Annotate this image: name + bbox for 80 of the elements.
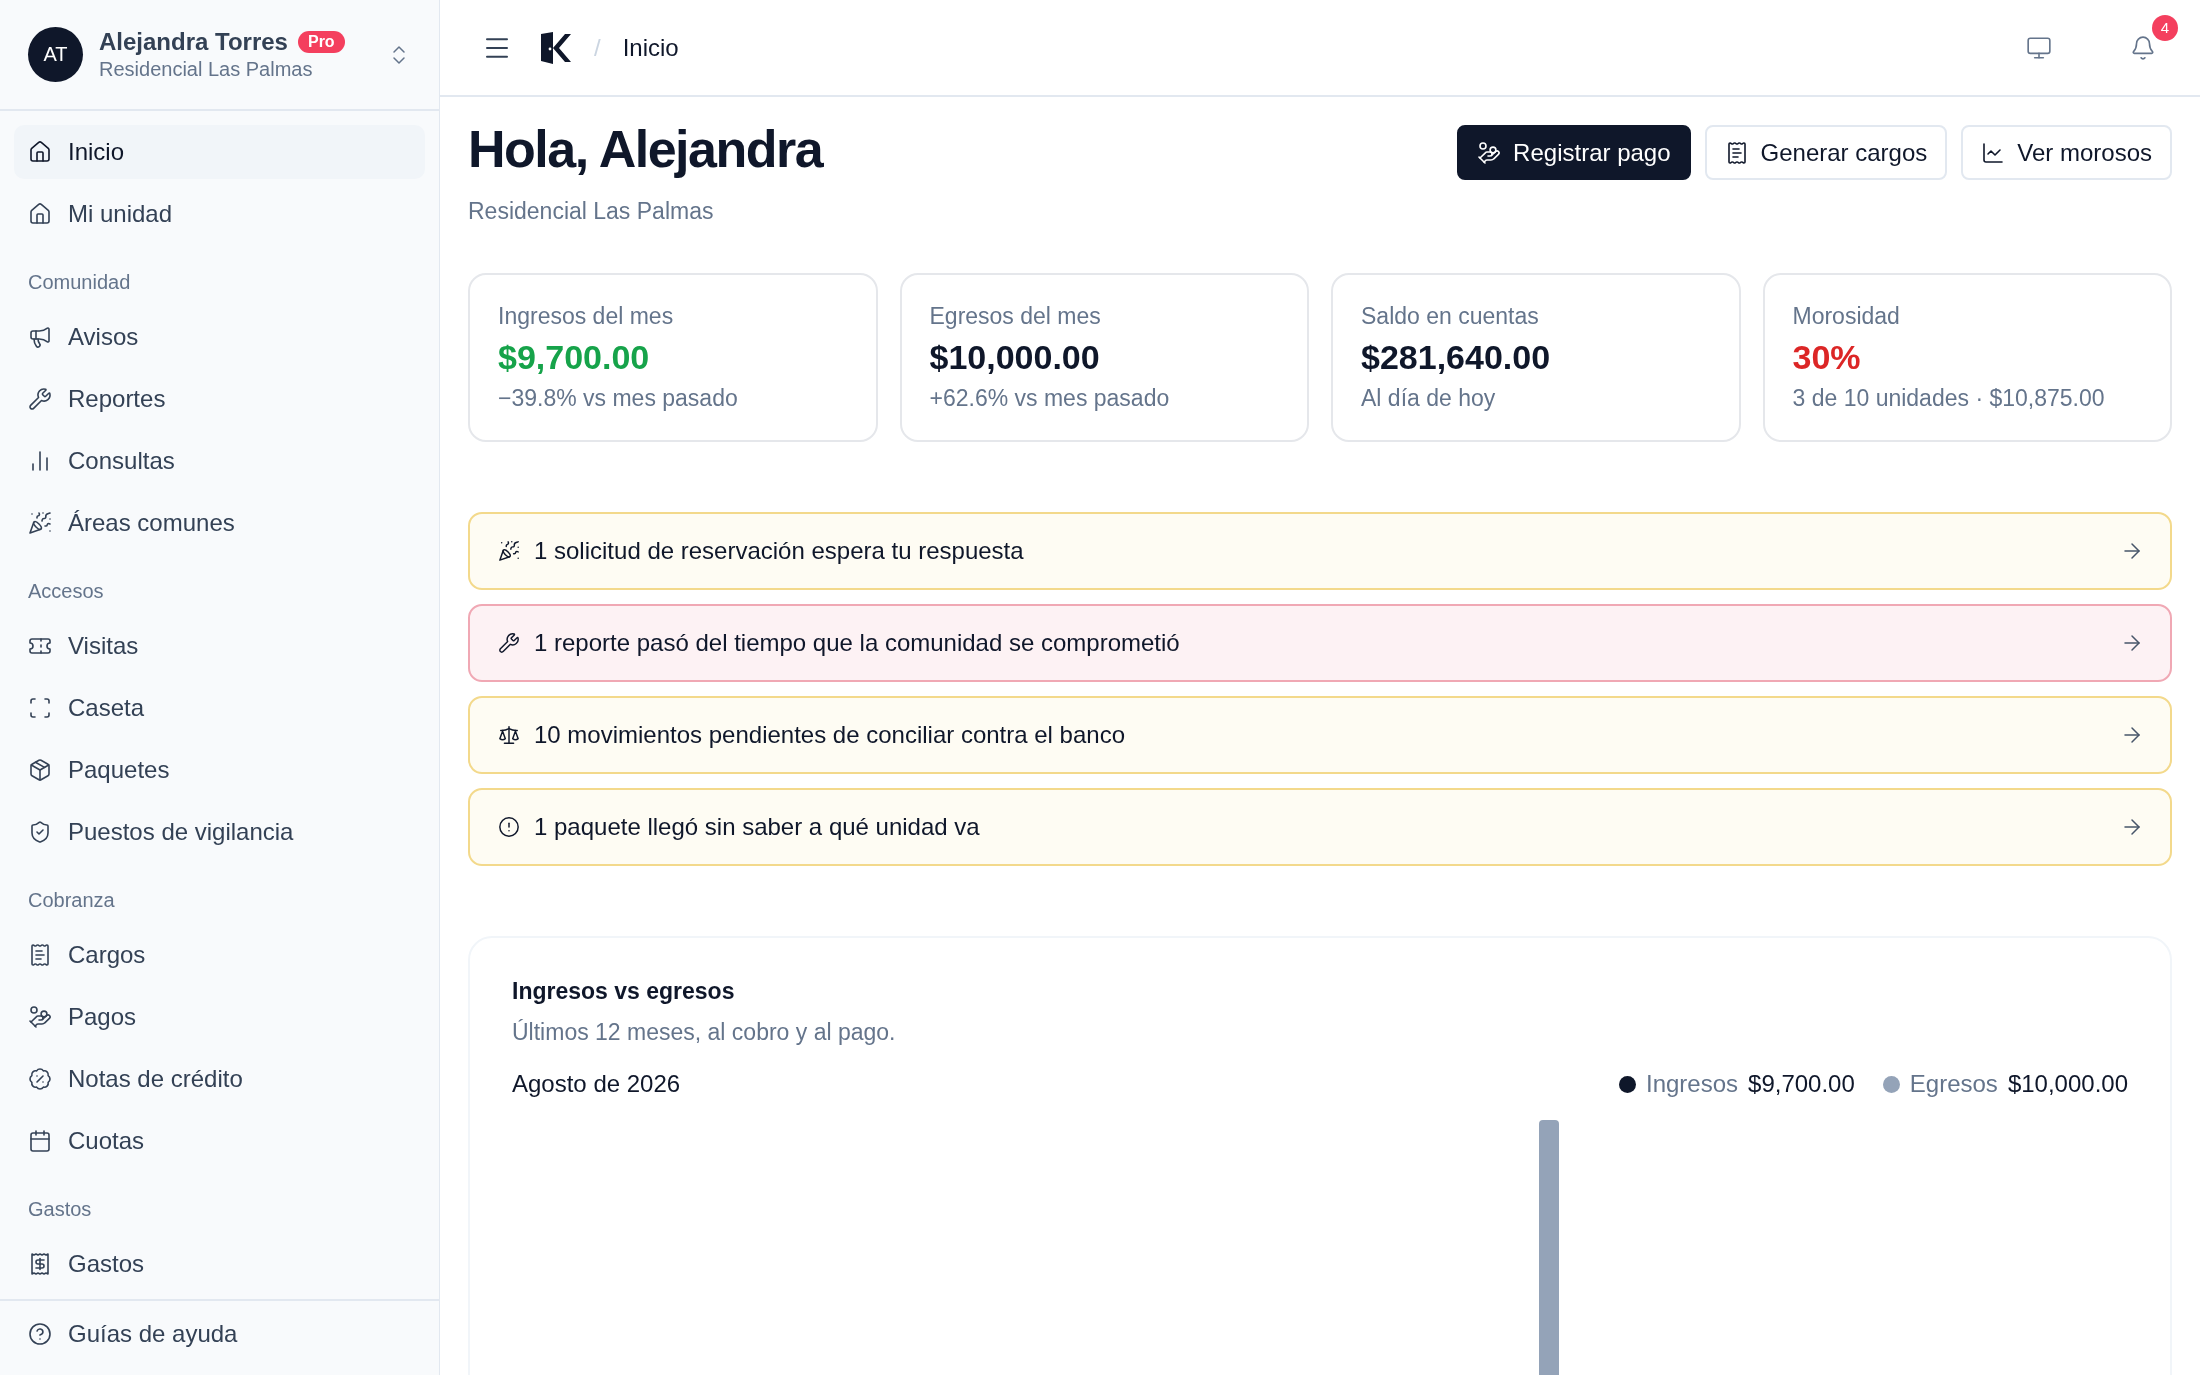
stat-label: Saldo en cuentas xyxy=(1361,303,1540,331)
user-name: Alejandra Torres xyxy=(99,28,288,56)
megaphone-icon xyxy=(28,325,52,349)
stat-label: Morosidad xyxy=(1792,303,1901,331)
shield-check-icon xyxy=(28,820,52,844)
section-title: Cobranza xyxy=(27,888,116,913)
stat-note: 3 de 10 unidades · $10,875.00 xyxy=(1792,385,2106,413)
stat-value: $281,640.00 xyxy=(1361,338,1552,378)
notification-count: 4 xyxy=(2152,14,2178,41)
logo-icon xyxy=(538,30,572,65)
alert-text: 1 paquete llegó sin saber a qué unidad va xyxy=(534,813,981,842)
alert-circle-icon xyxy=(498,816,520,839)
percent-badge-icon xyxy=(28,1067,52,1091)
party-popper-icon xyxy=(498,540,520,563)
breadcrumb-separator: / xyxy=(594,33,601,62)
stat-value: $10,000.00 xyxy=(929,338,1101,378)
sidebar-item[interactable]: Puestos de vigilancia xyxy=(14,805,425,859)
alert-banner[interactable]: 10 movimientos pendientes de conciliar contra el banco xyxy=(468,696,2172,775)
sidebar-item[interactable]: Inicio xyxy=(14,125,425,179)
page-subtitle: Residencial Las Palmas xyxy=(468,198,715,226)
chart-period: Agosto de 2026 xyxy=(512,1070,681,1099)
calendar-icon xyxy=(28,1129,52,1153)
sidebar-item[interactable]: Notas de crédito xyxy=(14,1052,425,1106)
scale-icon xyxy=(498,724,520,747)
alert-banner[interactable]: 1 solicitud de reservación espera tu respuesta xyxy=(468,512,2172,591)
sidebar-item[interactable]: Caseta xyxy=(14,681,425,735)
page-title: Hola, Alejandra xyxy=(468,121,823,179)
alert-text: 10 movimientos pendientes de conciliar contra el banco xyxy=(534,721,1126,750)
legend-value: $9,700.00 xyxy=(1748,1070,1855,1099)
stat-value: $9,700.00 xyxy=(498,338,651,378)
user-avatar: AT xyxy=(28,27,83,82)
plan-badge: Pro xyxy=(297,31,345,53)
hand-coins-icon xyxy=(28,1005,52,1029)
party-popper-icon xyxy=(28,511,52,535)
stat-note: +62.6% vs mes pasado xyxy=(929,385,1171,413)
legend-value: $10,000.00 xyxy=(2007,1070,2128,1099)
action-button[interactable]: Ver morosos xyxy=(1961,125,2172,180)
breadcrumb: Inicio xyxy=(622,33,679,62)
action-button[interactable]: Registrar pago xyxy=(1457,125,1691,180)
sidebar-item[interactable]: Áreas comunes xyxy=(14,496,425,550)
section-title: Comunidad xyxy=(27,270,132,295)
alert-banner[interactable]: 1 paquete llegó sin saber a qué unidad va xyxy=(468,788,2172,867)
hand-coins-icon xyxy=(1477,140,1502,165)
sidebar-item[interactable]: Mi unidad xyxy=(14,187,425,241)
section-title: Accesos xyxy=(27,579,105,604)
sidebar-item[interactable]: Reportes xyxy=(14,372,425,426)
sidebar-item[interactable]: Cuotas xyxy=(14,1114,425,1168)
stat-note: −39.8% vs mes pasado xyxy=(498,385,739,413)
sidebar-item[interactable]: Cargos xyxy=(14,928,425,982)
receipt-icon xyxy=(28,943,52,967)
sidebar-item[interactable]: Guías de ayuda xyxy=(14,1307,425,1361)
stat-value: 30% xyxy=(1792,338,1862,378)
community-name: Residencial Las Palmas xyxy=(99,58,314,81)
legend-label: Ingresos xyxy=(1646,1070,1739,1099)
package-icon xyxy=(28,758,52,782)
wrench-icon xyxy=(28,387,52,411)
legend-label: Egresos xyxy=(1909,1070,1998,1099)
sidebar-item[interactable]: Visitas xyxy=(14,619,425,673)
sidebar-item[interactable]: Pagos xyxy=(14,990,425,1044)
stat-label: Ingresos del mes xyxy=(498,303,675,331)
sidebar-item[interactable]: Paquetes xyxy=(14,743,425,797)
stat-label: Egresos del mes xyxy=(929,303,1102,331)
chart-title: Ingresos vs egresos xyxy=(512,978,736,1006)
house-icon xyxy=(28,202,52,226)
scan-icon xyxy=(28,696,52,720)
help-icon xyxy=(28,1322,52,1346)
chart-line-icon xyxy=(1981,140,2006,165)
sidebar-item[interactable]: Avisos xyxy=(14,310,425,364)
chart-subtitle: Últimos 12 meses, al cobro y al pago. xyxy=(512,1019,897,1047)
ledger-icon xyxy=(28,1252,52,1276)
wrench-icon xyxy=(498,632,520,655)
alert-text: 1 reporte pasó del tiempo que la comunidad se comprometió xyxy=(534,629,1181,658)
section-title: Gastos xyxy=(27,1197,93,1222)
action-button[interactable]: Generar cargos xyxy=(1704,125,1948,180)
sidebar-item[interactable]: Gastos xyxy=(14,1237,425,1291)
alert-banner[interactable]: 1 reporte pasó del tiempo que la comunidad se comprometió xyxy=(468,604,2172,683)
sidebar-item[interactable]: Consultas xyxy=(14,434,425,488)
home-icon xyxy=(28,140,52,164)
stat-note: Al día de hoy xyxy=(1361,385,1497,413)
alert-text: 1 solicitud de reservación espera tu respuesta xyxy=(534,537,1025,566)
